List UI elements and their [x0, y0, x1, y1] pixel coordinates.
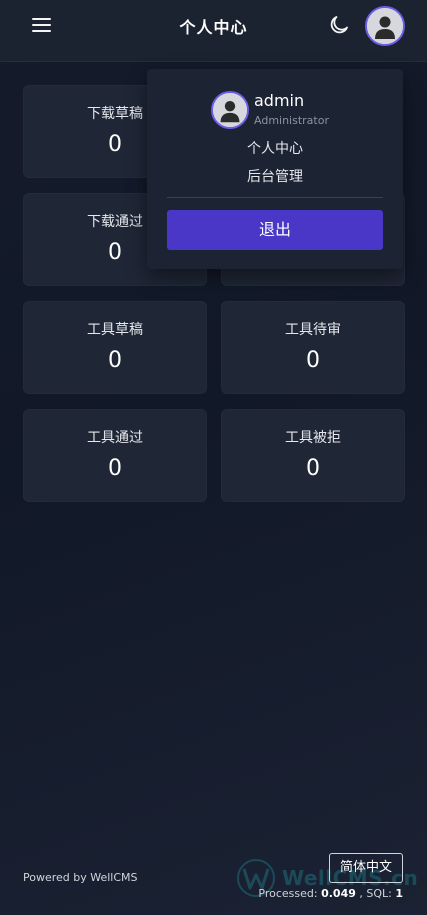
stat-card-tool-draft[interactable]: 工具草稿 0 — [23, 301, 207, 394]
stat-card-tool-rejected[interactable]: 工具被拒 0 — [221, 409, 405, 502]
user-avatar-button[interactable] — [365, 6, 405, 46]
username: admin — [254, 91, 305, 110]
user-dropdown-menu: admin Administrator 个人中心 后台管理 退出 — [147, 69, 403, 269]
stat-card-tool-pending[interactable]: 工具待审 0 — [221, 301, 405, 394]
divider — [167, 197, 383, 198]
processing-stats: Processed: 0.049 , SQL: 1 — [258, 887, 403, 900]
logout-button[interactable]: 退出 — [167, 210, 383, 250]
user-avatar-icon — [367, 8, 403, 44]
top-navbar: 个人中心 — [0, 0, 427, 62]
stat-card-value: 0 — [108, 348, 122, 373]
stat-card-label: 工具待审 — [285, 322, 341, 338]
menu-item-admin[interactable]: 后台管理 — [147, 166, 403, 186]
stat-card-value: 0 — [306, 456, 320, 481]
user-role: Administrator — [254, 114, 329, 127]
language-selector[interactable]: 简体中文 — [329, 853, 403, 883]
menu-item-profile[interactable]: 个人中心 — [147, 138, 403, 158]
stat-card-label: 工具被拒 — [285, 430, 341, 446]
stat-card-value: 0 — [306, 348, 320, 373]
moon-icon[interactable] — [327, 13, 351, 37]
stat-card-value: 0 — [108, 456, 122, 481]
powered-by-link[interactable]: Powered by WellCMS — [23, 871, 138, 884]
user-avatar-icon — [211, 91, 249, 129]
stat-card-tool-approved[interactable]: 工具通过 0 — [23, 409, 207, 502]
page-title: 个人中心 — [179, 18, 248, 37]
stat-card-label: 工具草稿 — [87, 322, 143, 338]
stat-card-label: 工具通过 — [87, 430, 143, 446]
